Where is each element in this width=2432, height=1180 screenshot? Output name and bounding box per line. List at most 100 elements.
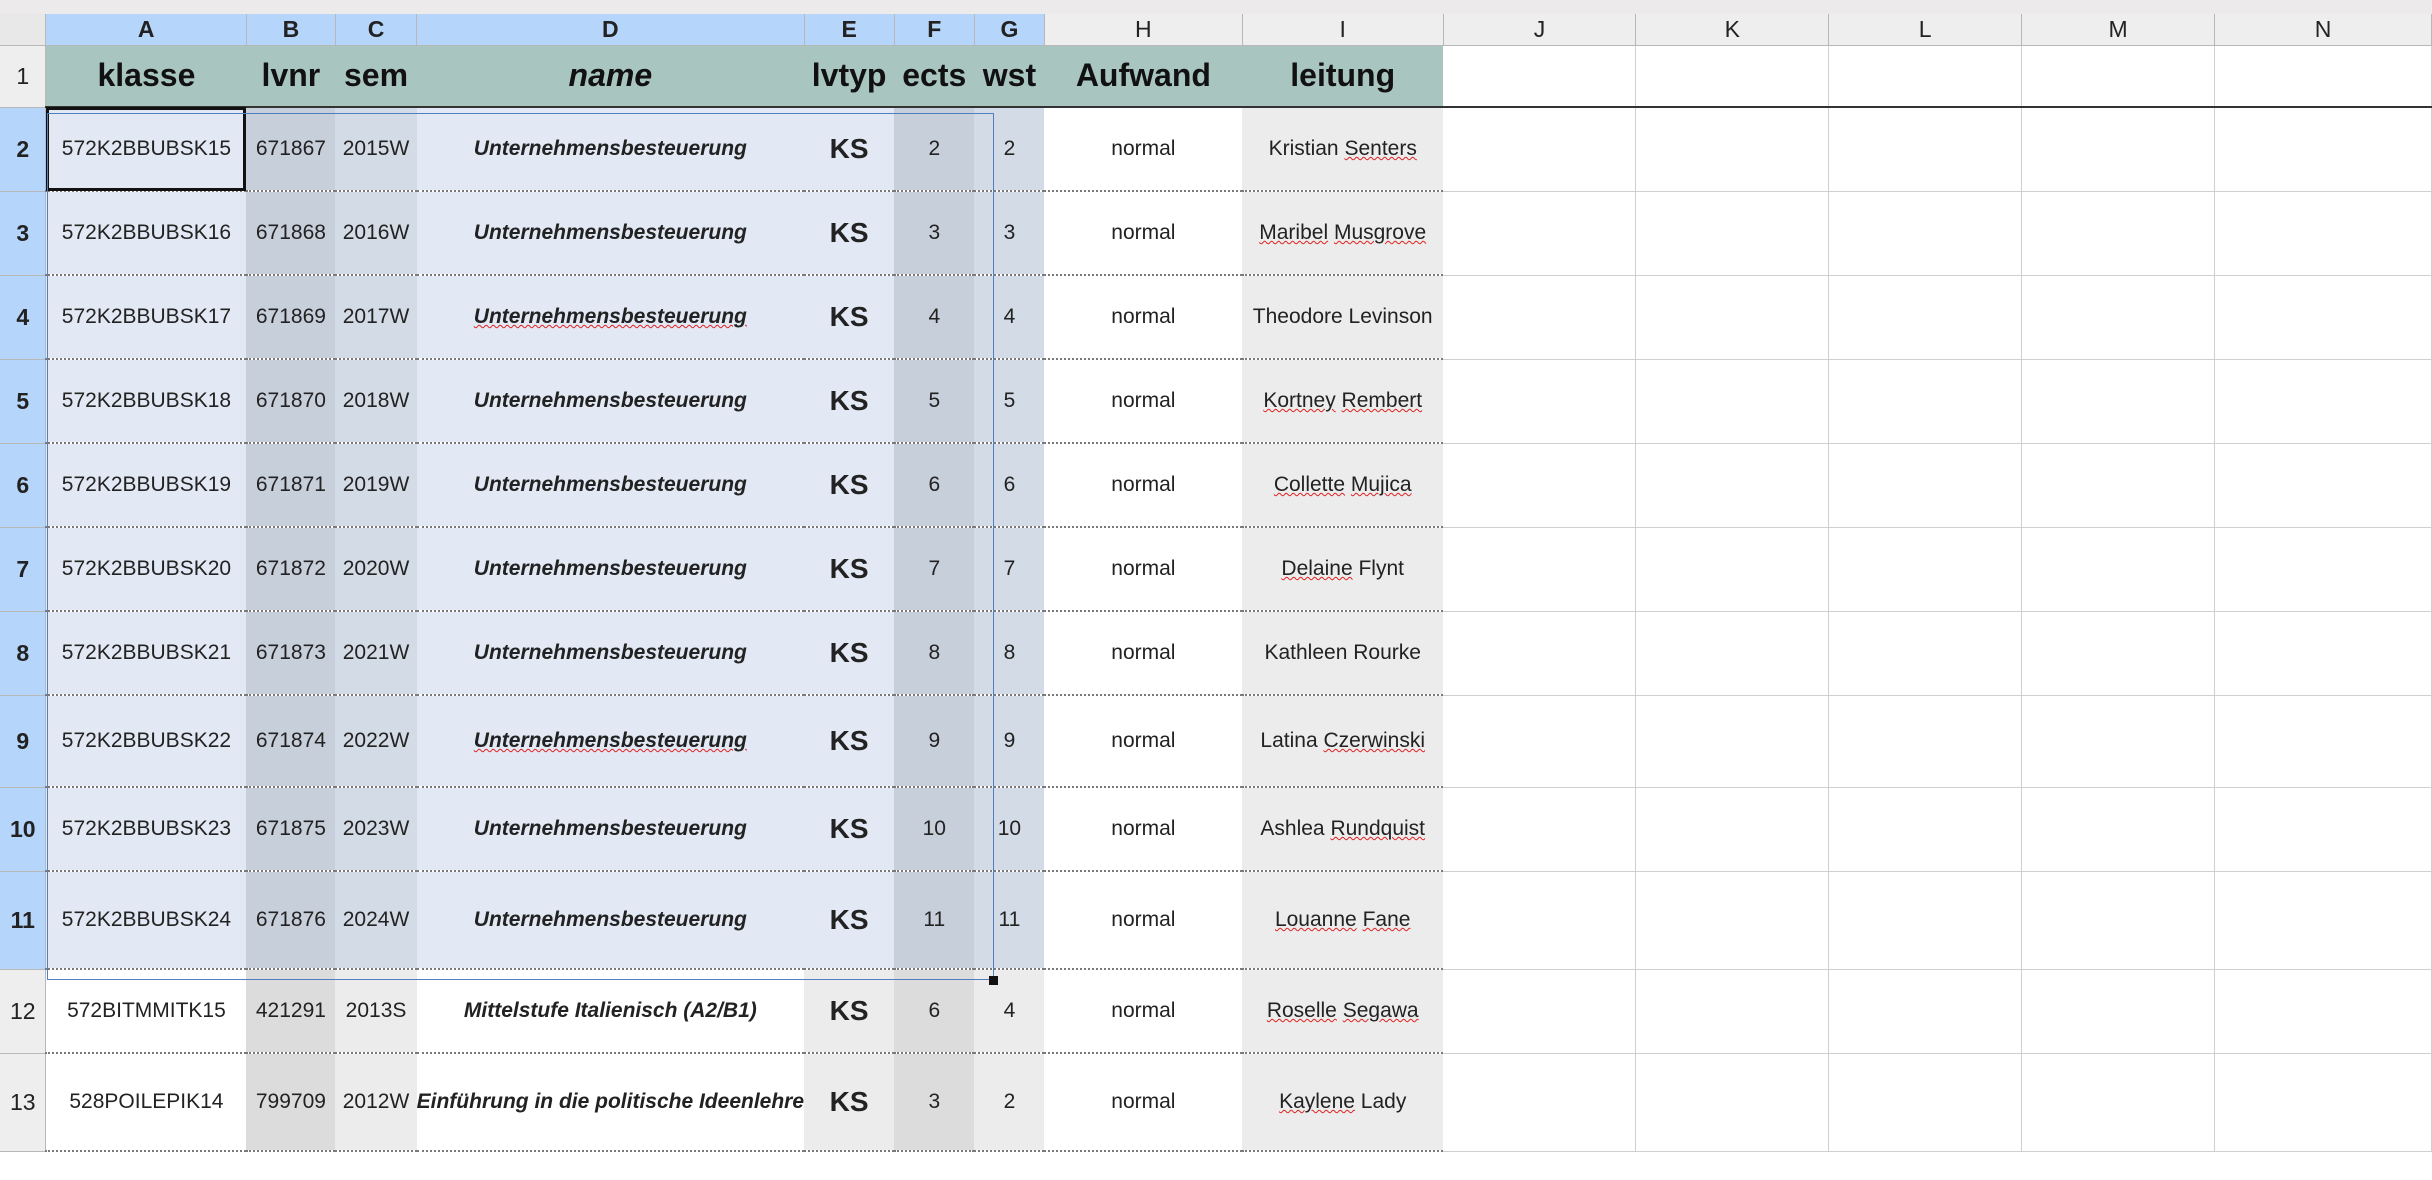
column-header-f[interactable]: F [894,14,975,46]
empty-cell[interactable] [2214,45,2432,108]
cell-wst[interactable]: 2 [974,107,1045,192]
cell-sem[interactable]: 2019W [335,443,417,528]
empty-cell[interactable] [1635,191,1830,276]
row-header[interactable]: 7 [0,527,47,612]
empty-cell[interactable] [2021,275,2216,360]
cell-wst[interactable]: 7 [974,527,1045,612]
cell-ects[interactable]: 6 [894,443,975,528]
cell-aufwand[interactable]: normal [1044,695,1243,788]
cell-lvnr[interactable]: 421291 [246,969,336,1054]
row-header[interactable]: 9 [0,695,47,788]
cell-lvtyp[interactable]: KS [804,871,895,970]
empty-cell[interactable] [2021,359,2216,444]
cell-name[interactable]: Einführung in die politische Ideenlehre [416,1053,805,1152]
cell-sem[interactable]: 2020W [335,527,417,612]
column-header-l[interactable]: L [1828,14,2023,46]
header-cell-name[interactable]: name [416,45,805,108]
empty-cell[interactable] [1635,275,1830,360]
cell-leitung[interactable]: Kathleen Rourke [1242,611,1444,696]
cell-leitung[interactable]: Delaine Flynt [1242,527,1444,612]
select-all-corner[interactable] [0,14,47,46]
cell-name[interactable]: Unternehmensbesteuerung [416,787,805,872]
cell-aufwand[interactable]: normal [1044,191,1243,276]
cell-sem[interactable]: 2016W [335,191,417,276]
cell-klasse[interactable]: 572BITMMITK15 [45,969,247,1054]
cell-aufwand[interactable]: normal [1044,107,1243,192]
header-cell-aufwand[interactable]: Aufwand [1044,45,1243,108]
empty-cell[interactable] [2021,443,2216,528]
cell-sem[interactable]: 2012W [335,1053,417,1152]
cell-name[interactable]: Unternehmensbesteuerung [416,359,805,444]
empty-cell[interactable] [1443,107,1637,192]
empty-cell[interactable] [2021,527,2216,612]
row-header[interactable]: 8 [0,611,47,696]
cell-name[interactable]: Unternehmensbesteuerung [416,695,805,788]
cell-ects[interactable]: 7 [894,527,975,612]
empty-cell[interactable] [1828,611,2023,696]
empty-cell[interactable] [1443,527,1637,612]
cell-wst[interactable]: 6 [974,443,1045,528]
cell-klasse[interactable]: 572K2BBUBSK17 [45,275,247,360]
cell-lvnr[interactable]: 671874 [246,695,336,788]
cell-ects[interactable]: 6 [894,969,975,1054]
empty-cell[interactable] [2021,787,2216,872]
empty-cell[interactable] [1828,45,2023,108]
cell-lvtyp[interactable]: KS [804,527,895,612]
empty-cell[interactable] [1443,969,1637,1054]
cell-ects[interactable]: 2 [894,107,975,192]
column-header-g[interactable]: G [974,14,1045,46]
cell-lvtyp[interactable]: KS [804,1053,895,1152]
empty-cell[interactable] [2021,969,2216,1054]
empty-cell[interactable] [1828,969,2023,1054]
cell-sem[interactable]: 2022W [335,695,417,788]
empty-cell[interactable] [1443,1053,1637,1152]
empty-cell[interactable] [2214,107,2432,192]
empty-cell[interactable] [1635,443,1830,528]
empty-cell[interactable] [1443,45,1637,108]
row-header[interactable]: 5 [0,359,47,444]
row-header[interactable]: 10 [0,787,47,872]
cell-wst[interactable]: 8 [974,611,1045,696]
cell-lvnr[interactable]: 671873 [246,611,336,696]
cell-sem[interactable]: 2015W [335,107,417,192]
cell-klasse[interactable]: 572K2BBUBSK20 [45,527,247,612]
cell-ects[interactable]: 9 [894,695,975,788]
empty-cell[interactable] [1828,1053,2023,1152]
empty-cell[interactable] [1828,527,2023,612]
cell-leitung[interactable]: Maribel Musgrove [1242,191,1444,276]
cell-wst[interactable]: 2 [974,1053,1045,1152]
cell-leitung[interactable]: Latina Czerwinski [1242,695,1444,788]
cell-wst[interactable]: 10 [974,787,1045,872]
row-header[interactable]: 2 [0,107,47,192]
cell-name[interactable]: Unternehmensbesteuerung [416,107,805,192]
column-header-h[interactable]: H [1044,14,1243,46]
empty-cell[interactable] [1635,787,1830,872]
empty-cell[interactable] [1635,871,1830,970]
header-cell-lvtyp[interactable]: lvtyp [804,45,895,108]
cell-lvtyp[interactable]: KS [804,191,895,276]
cell-lvtyp[interactable]: KS [804,107,895,192]
cell-aufwand[interactable]: normal [1044,359,1243,444]
empty-cell[interactable] [1635,611,1830,696]
cell-klasse[interactable]: 572K2BBUBSK18 [45,359,247,444]
cell-lvtyp[interactable]: KS [804,611,895,696]
empty-cell[interactable] [2214,1053,2432,1152]
cell-name[interactable]: Unternehmensbesteuerung [416,275,805,360]
empty-cell[interactable] [2214,969,2432,1054]
cell-klasse[interactable]: 572K2BBUBSK16 [45,191,247,276]
cell-aufwand[interactable]: normal [1044,527,1243,612]
empty-cell[interactable] [1635,45,1830,108]
empty-cell[interactable] [1443,787,1637,872]
cell-name[interactable]: Mittelstufe Italienisch (A2/B1) [416,969,805,1054]
cell-sem[interactable]: 2024W [335,871,417,970]
column-header-a[interactable]: A [45,14,247,46]
empty-cell[interactable] [1828,871,2023,970]
cell-lvnr[interactable]: 671868 [246,191,336,276]
cell-wst[interactable]: 3 [974,191,1045,276]
fill-handle[interactable] [989,976,998,985]
empty-cell[interactable] [1443,871,1637,970]
cell-aufwand[interactable]: normal [1044,275,1243,360]
cell-lvnr[interactable]: 671870 [246,359,336,444]
empty-cell[interactable] [1635,107,1830,192]
empty-cell[interactable] [2214,359,2432,444]
